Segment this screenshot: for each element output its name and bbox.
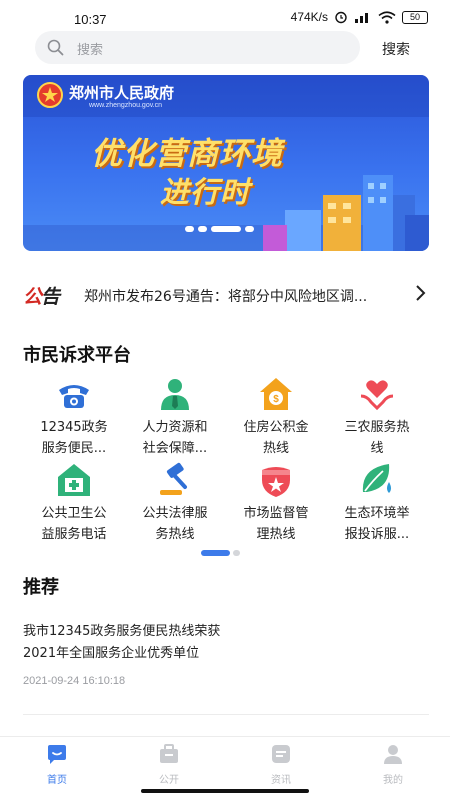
service-agriculture[interactable]: 三农服务热 线 xyxy=(326,376,428,468)
chevron-right-icon xyxy=(416,285,426,301)
leaf-drop-icon xyxy=(362,464,391,493)
service-housing-fund[interactable]: $ 住房公积金 热线 xyxy=(225,376,327,468)
banner-headline-1: 优化营商环境 xyxy=(91,136,283,172)
network-speed: 474K/s xyxy=(290,10,328,24)
service-label: 公共卫生公 益服务电话 xyxy=(23,503,125,545)
news-title-line: 我市12345政务服务便民热线荣获 xyxy=(23,624,221,639)
service-label: 三农服务热 线 xyxy=(326,417,428,459)
carousel-indicator xyxy=(185,226,254,232)
shield-star-icon xyxy=(262,467,290,497)
notice-text: 郑州市发布26号通告：将部分中风险地区调... xyxy=(84,289,368,305)
service-label-line: 公共法律服 xyxy=(142,506,208,521)
service-label-line: 生态环境举 xyxy=(344,506,410,521)
carousel-dot xyxy=(198,226,207,232)
service-label: 公共法律服 务热线 xyxy=(124,503,226,545)
notice-tag-red: 公 xyxy=(23,286,42,308)
notice-tag-black: 告 xyxy=(41,286,60,308)
battery-indicator: 50 xyxy=(402,10,428,24)
service-label-line: 理热线 xyxy=(256,527,296,542)
service-label: 住房公积金 热线 xyxy=(225,417,327,459)
svg-text:$: $ xyxy=(273,394,279,405)
pager-dot-active xyxy=(201,550,230,556)
banner-headline-2: 进行时 xyxy=(160,175,251,209)
news-item-time: 2021-09-24 16:10:18 xyxy=(23,675,126,687)
service-12345[interactable]: 12345政务 服务便民... xyxy=(23,376,125,468)
service-label-line: 人力资源和 xyxy=(142,420,208,435)
service-label-line: 线 xyxy=(370,441,384,456)
status-time: 10:37 xyxy=(74,12,107,27)
search-button[interactable]: 搜索 xyxy=(382,39,410,59)
service-label-line: 益服务电话 xyxy=(41,527,107,542)
briefcase-icon xyxy=(160,744,178,763)
tab-label: 公开 xyxy=(159,775,179,786)
house-coin-icon: $ xyxy=(260,378,292,410)
service-label-line: 报投诉服... xyxy=(344,527,410,542)
service-label-line: 热线 xyxy=(262,441,289,456)
service-label: 12345政务 服务便民... xyxy=(23,417,125,459)
service-label: 人力资源和 社会保障... xyxy=(124,417,226,459)
service-label-line: 务热线 xyxy=(155,527,195,542)
news-icon xyxy=(272,745,290,763)
tab-label: 我的 xyxy=(383,775,403,786)
search-input[interactable]: 搜索 xyxy=(35,31,360,64)
pager-dot xyxy=(233,550,240,556)
service-label-line: 市场监督管 xyxy=(243,506,309,521)
service-market-supervision[interactable]: 市场监督管 理热线 xyxy=(225,462,327,554)
service-public-health[interactable]: 公共卫生公 益服务电话 xyxy=(23,462,125,554)
medical-house-icon xyxy=(58,464,90,496)
carousel-dot xyxy=(245,226,254,232)
government-emblem-icon xyxy=(37,82,63,108)
home-indicator xyxy=(141,789,309,793)
app-screen: 10:37 474K/s 50 搜索 搜索 郑州市人民政府 www.zhengz… xyxy=(0,0,450,800)
news-item-title[interactable]: 我市12345政务服务便民热线荣获 2021年全国服务企业优秀单位 xyxy=(23,621,423,665)
tab-home[interactable]: 首页 xyxy=(27,743,87,791)
user-icon xyxy=(384,745,402,764)
banner-carousel[interactable]: 郑州市人民政府 www.zhengzhou.gov.cn 优化营商环境 进行时 xyxy=(23,75,429,251)
service-ecology[interactable]: 生态环境举 报投诉服... xyxy=(326,462,428,554)
recommend-title: 推荐 xyxy=(23,577,59,598)
wifi-icon xyxy=(378,10,396,24)
carousel-dot-active xyxy=(211,226,241,232)
service-label-line: 12345政务 xyxy=(40,420,108,435)
service-label: 市场监督管 理热线 xyxy=(225,503,327,545)
service-label-line: 社会保障... xyxy=(142,441,208,456)
service-label-line: 服务便民... xyxy=(41,441,107,456)
divider xyxy=(23,714,429,715)
gov-url: www.zhengzhou.gov.cn xyxy=(89,102,163,109)
service-legal[interactable]: 公共法律服 务热线 xyxy=(124,462,226,554)
status-indicators: 474K/s 50 xyxy=(291,10,428,24)
alarm-icon xyxy=(335,11,347,24)
service-label-line: 公共卫生公 xyxy=(41,506,107,521)
service-label: 生态环境举 报投诉服... xyxy=(326,503,428,545)
tab-label: 资讯 xyxy=(271,775,291,786)
carousel-dot xyxy=(185,226,194,232)
signal-icon xyxy=(355,12,368,23)
status-bar: 10:37 474K/s 50 xyxy=(0,0,450,34)
tab-label: 首页 xyxy=(47,775,67,786)
home-chat-icon xyxy=(48,745,66,764)
heart-hands-icon xyxy=(360,380,394,411)
search-icon xyxy=(47,39,64,56)
news-title-line: 2021年全国服务企业优秀单位 xyxy=(23,646,200,661)
tab-public[interactable]: 公开 xyxy=(139,743,199,791)
notice-tag: 公告 xyxy=(23,282,60,309)
telephone-icon xyxy=(59,385,89,408)
gov-name: 郑州市人民政府 xyxy=(69,84,175,102)
tab-mine[interactable]: 我的 xyxy=(363,743,423,791)
service-label-line: 三农服务热 xyxy=(344,420,410,435)
gavel-icon xyxy=(160,462,187,495)
service-label-line: 住房公积金 xyxy=(243,420,309,435)
notice-bar[interactable]: 公告 郑州市发布26号通告：将部分中风险地区调... xyxy=(23,282,429,308)
service-grid-pager xyxy=(201,550,240,556)
platform-title: 市民诉求平台 xyxy=(23,345,131,366)
staff-person-icon xyxy=(161,379,189,410)
search-placeholder: 搜索 xyxy=(77,43,104,58)
service-hr-social[interactable]: 人力资源和 社会保障... xyxy=(124,376,226,468)
tab-news[interactable]: 资讯 xyxy=(251,743,311,791)
